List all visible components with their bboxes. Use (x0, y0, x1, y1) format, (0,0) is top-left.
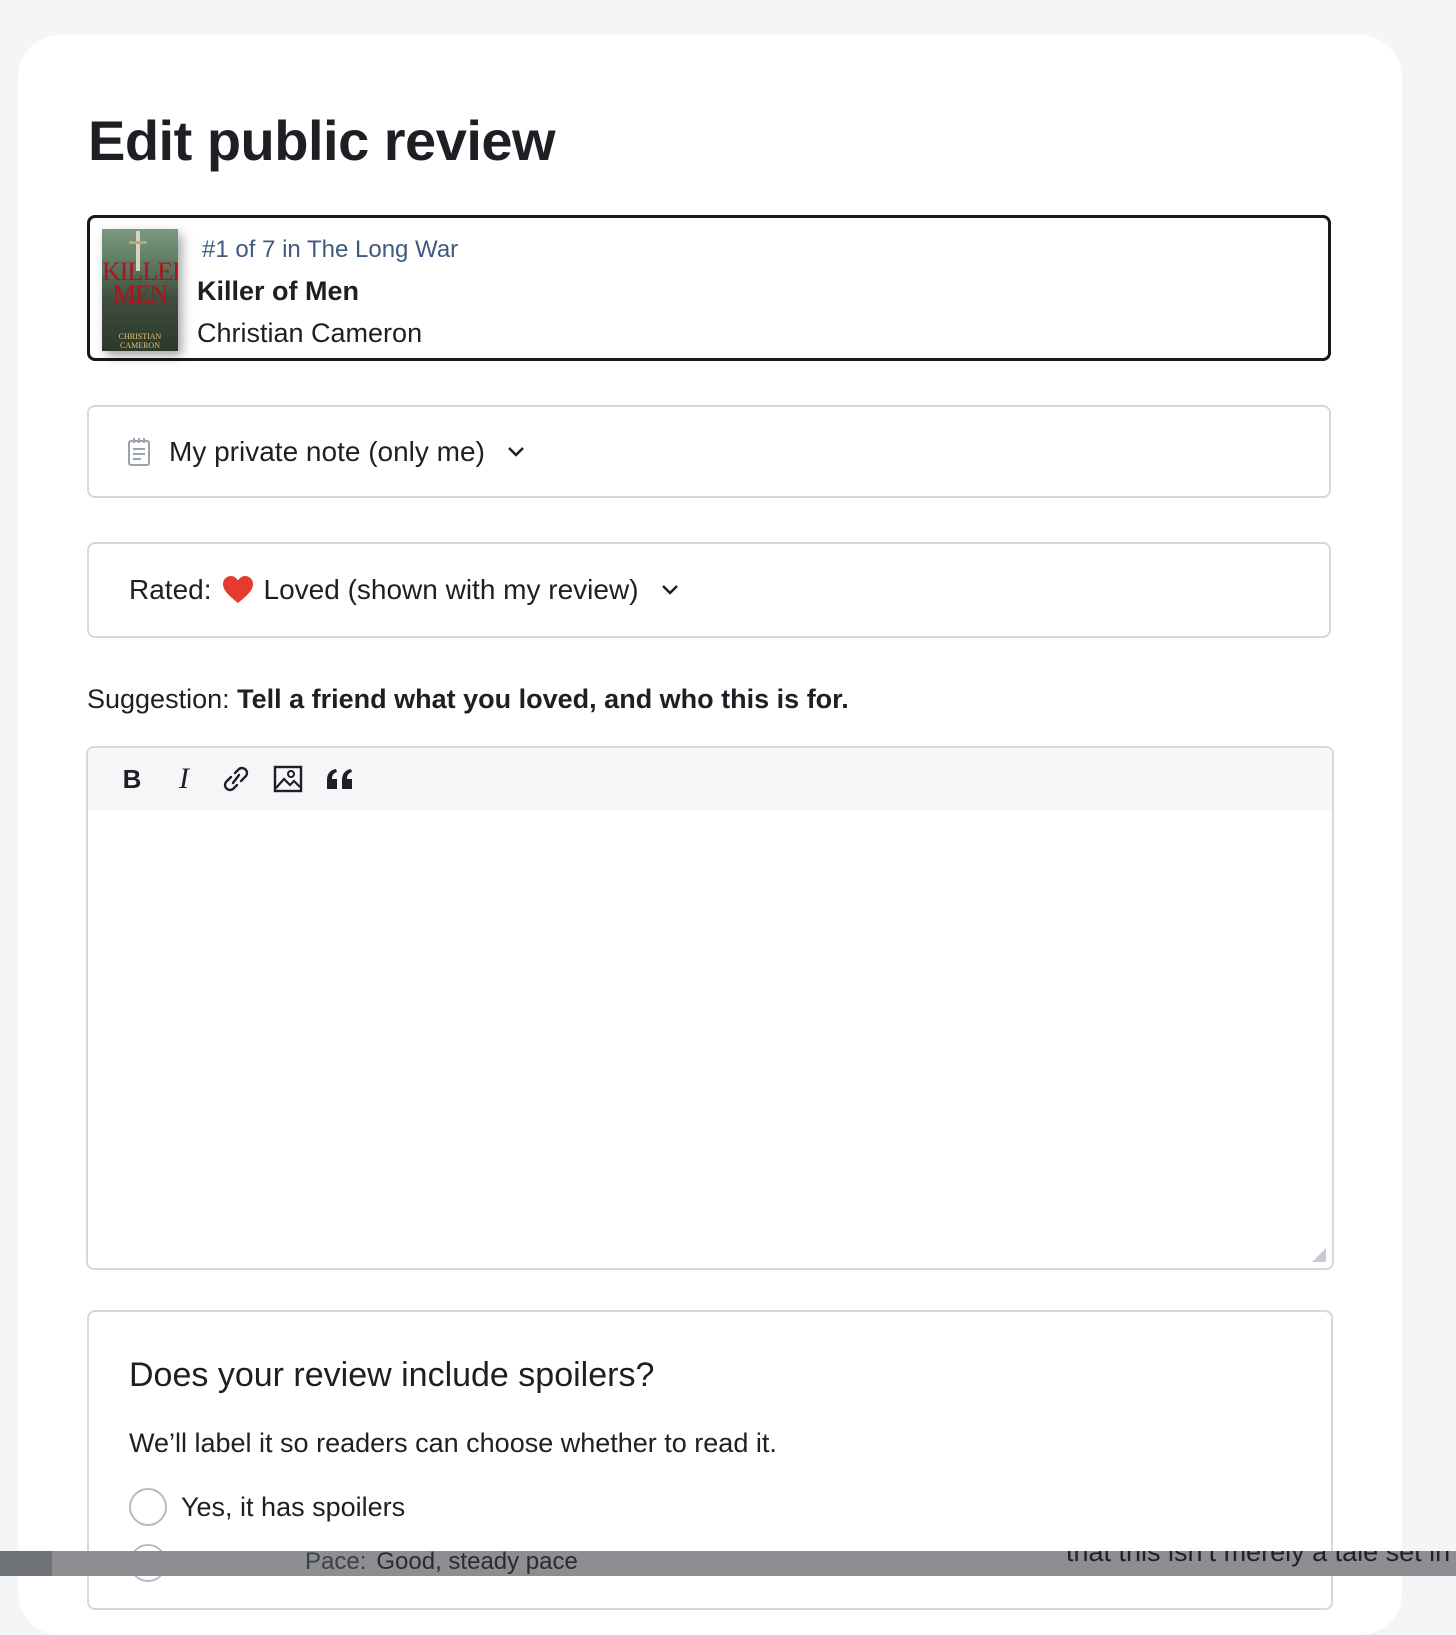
italic-icon: I (179, 762, 189, 795)
italic-button[interactable]: I (162, 757, 206, 801)
spoiler-yes-label: Yes, it has spoilers (181, 1491, 406, 1522)
review-editor: B I (86, 746, 1334, 1270)
link-button[interactable] (214, 757, 258, 801)
book-series: #1 of 7 in The Long War (202, 236, 459, 263)
cover-hilt-art (129, 241, 147, 244)
pace-info: Pace: Good, steady pace (305, 1551, 578, 1576)
private-note-dropdown[interactable]: My private note (only me) (87, 405, 1331, 498)
book-author: Christian Cameron (197, 318, 423, 348)
chevron-down-icon (508, 446, 524, 457)
spoiler-yes-option[interactable]: Yes, it has spoilers (129, 1488, 405, 1526)
bold-button[interactable]: B (110, 757, 154, 801)
spoiler-question: Does your review include spoilers? (129, 1356, 655, 1394)
book-summary: KILLER MEN CHRISTIAN CAMERON #1 of 7 in … (87, 215, 1331, 361)
suggestion-body: Tell a friend what you loved, and who th… (237, 684, 849, 714)
image-icon (273, 765, 303, 793)
cover-title-line2: MEN (112, 280, 169, 309)
background-page-peek: Pace: Good, steady pace that this isn’t m… (0, 1551, 1456, 1576)
page-title: Edit public review (88, 109, 556, 172)
quote-button[interactable] (318, 757, 362, 801)
cover-author: CHRISTIAN CAMERON (118, 332, 162, 350)
suggestion-text: Suggestion: Tell a friend what you loved… (87, 684, 849, 715)
suggestion-prefix: Suggestion: (87, 684, 230, 714)
pace-label: Pace: (305, 1551, 367, 1575)
rating-dropdown[interactable]: Rated: Loved (shown with my review) (87, 542, 1331, 638)
background-review-text: that this isn’t merely a tale set in (1066, 1551, 1451, 1567)
resize-handle[interactable] (1312, 1248, 1326, 1262)
review-textarea[interactable] (88, 810, 1332, 1268)
background-block (0, 1551, 52, 1576)
rating-prefix: Rated: (129, 574, 212, 605)
pace-value: Good, steady pace (376, 1551, 578, 1575)
link-icon (223, 766, 249, 792)
heart-icon (222, 576, 253, 603)
private-note-label: My private note (only me) (169, 435, 485, 467)
chevron-down-icon (661, 585, 678, 595)
bold-icon: B (122, 763, 142, 794)
spoiler-description: We’ll label it so readers can choose whe… (129, 1428, 777, 1458)
editor-toolbar: B I (88, 748, 1332, 810)
book-cover: KILLER MEN CHRISTIAN CAMERON (102, 229, 178, 351)
book-title: Killer of Men (197, 276, 360, 306)
image-button[interactable] (266, 757, 310, 801)
quote-icon (327, 769, 352, 789)
rating-value: Loved (shown with my review) (263, 574, 639, 605)
spoiler-yes-radio[interactable] (129, 1488, 167, 1526)
note-icon (128, 437, 150, 466)
